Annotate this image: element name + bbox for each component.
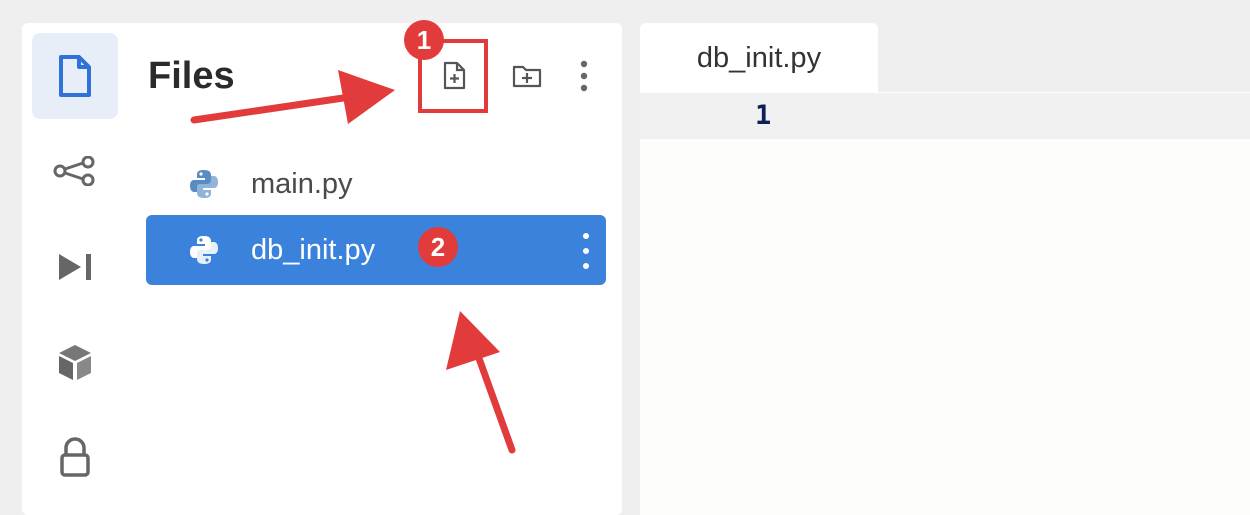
annotation-badge-2: 2 (418, 227, 458, 267)
file-icon (59, 55, 91, 97)
panel-title: Files (148, 55, 235, 97)
python-file-icon (190, 236, 218, 264)
python-file-icon (190, 170, 218, 198)
annotation-badge-1: 1 (404, 20, 444, 60)
new-folder-icon (512, 65, 542, 88)
active-line-highlight (640, 93, 1250, 139)
activity-run-button[interactable] (32, 224, 118, 310)
editor-tab[interactable]: db_init.py (640, 23, 878, 93)
play-step-icon (59, 254, 91, 280)
more-vertical-icon (583, 233, 589, 239)
line-number: 1 (755, 100, 772, 131)
activity-packages-button[interactable] (32, 319, 118, 405)
file-name: main.py (251, 168, 353, 200)
more-options-button[interactable] (566, 58, 602, 94)
package-icon (59, 345, 91, 380)
share-icon (53, 156, 95, 186)
activity-files-button[interactable] (32, 33, 118, 119)
activity-secrets-button[interactable] (32, 415, 118, 501)
file-item-more-button[interactable] (576, 233, 596, 269)
code-editor[interactable] (640, 92, 1250, 515)
file-name: db_init.py (251, 234, 376, 266)
new-folder-button[interactable] (509, 58, 545, 94)
file-item-main-py[interactable]: main.py (146, 149, 606, 219)
editor-tab-label: db_init.py (696, 41, 822, 74)
file-item-db-init-py[interactable]: db_init.py (146, 215, 606, 285)
activity-share-button[interactable] (32, 128, 118, 214)
lock-icon (60, 437, 90, 477)
more-vertical-icon (580, 60, 588, 92)
